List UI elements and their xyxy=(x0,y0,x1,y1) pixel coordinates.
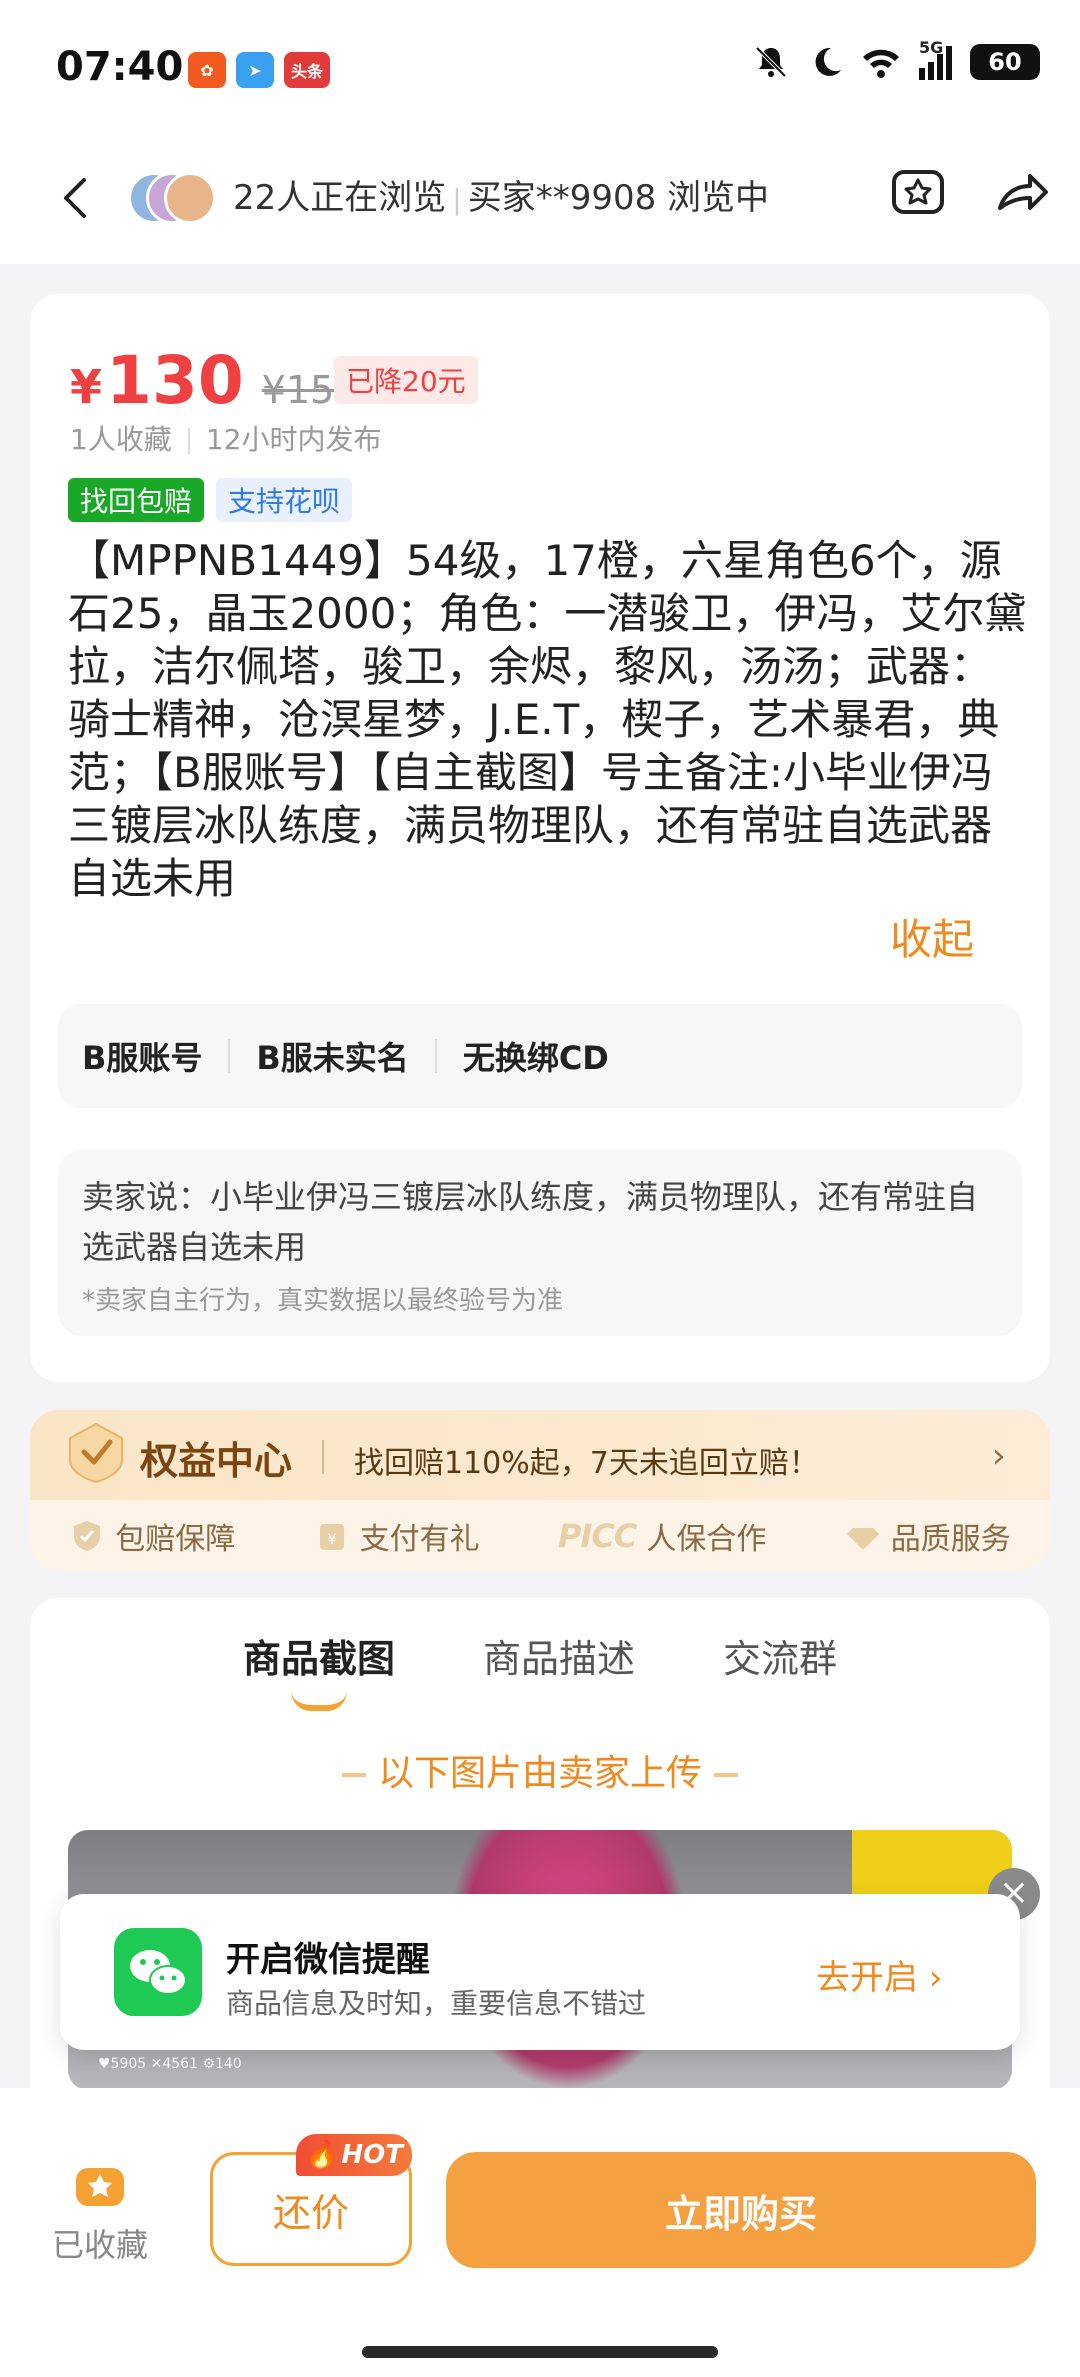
tab-description[interactable]: 商品描述 xyxy=(483,1628,635,1683)
app-icon-1: ✿ xyxy=(188,52,226,88)
tag-recovery-compensation: 找回包赔 xyxy=(68,478,205,522)
diamond-icon xyxy=(846,1528,879,1550)
battery-indicator: 60 xyxy=(970,44,1040,80)
rights-check-icon xyxy=(69,1422,123,1484)
favorited-star-icon xyxy=(76,2168,124,2206)
rights-item-label: 支付有礼 xyxy=(359,1522,480,1557)
favorite-star-icon[interactable] xyxy=(888,160,948,220)
bottom-action-bar: 已收藏 还价 🔥 HOT 立即购买 xyxy=(0,2088,1080,2377)
favorited-label: 已收藏 xyxy=(51,2226,148,2264)
status-bar: 07:40 ✿ ➤ 头条 5G 60 xyxy=(0,0,1080,140)
price-row: ¥ 130 ¥150 xyxy=(70,342,359,419)
dnd-moon-icon xyxy=(815,47,841,76)
publish-time: 12小时内发布 xyxy=(205,423,382,456)
favorited-button[interactable]: 已收藏 xyxy=(40,2158,160,2266)
rights-item-label: 品质服务 xyxy=(890,1522,1011,1557)
picc-logo: PICC xyxy=(558,1517,637,1555)
svg-text:¥: ¥ xyxy=(327,1532,336,1548)
account-props: B服账号 B服未实名 无换绑CD xyxy=(58,1004,1022,1108)
wechat-reminder-popup[interactable]: 开启微信提醒 商品信息及时知，重要信息不错过 去开启 › xyxy=(60,1894,1020,2050)
current-price: 130 xyxy=(106,342,244,419)
service-tags: 找回包赔 支持花呗 xyxy=(68,478,353,522)
prop-realname: B服未实名 xyxy=(256,1039,409,1077)
rights-promo: 找回赔110%起，7天未追回立赔！ xyxy=(354,1446,819,1481)
upload-note-text: 以下图片由卖家上传 xyxy=(377,1753,702,1794)
upload-note: 以下图片由卖家上传 xyxy=(30,1744,1050,1796)
chevron-right-icon: › xyxy=(928,1958,943,1998)
shield-icon xyxy=(74,1521,101,1551)
product-meta: 1人收藏 12小时内发布 xyxy=(70,418,381,458)
wechat-enable-button[interactable]: 去开启 › xyxy=(816,1950,942,1999)
currency-symbol: ¥ xyxy=(70,360,103,414)
seller-note: *卖家自主行为，真实数据以最终验号为准 xyxy=(82,1286,564,1316)
viewers-now: 22人正在浏览 xyxy=(233,178,447,218)
network-type: 5G xyxy=(919,38,944,57)
price-drop-badge: 已降20元 xyxy=(334,356,478,404)
wechat-popup-subtitle: 商品信息及时知，重要信息不错过 xyxy=(226,1987,647,2020)
app-icon-2: ➤ xyxy=(236,52,274,88)
detail-tabs: 商品截图 商品描述 交流群 xyxy=(30,1628,1050,1711)
prop-rebind: 无换绑CD xyxy=(462,1039,609,1077)
product-description: 【MPPNB1449】54级，17橙，六星角色6个，源石25，晶玉2000；角色… xyxy=(68,536,1027,903)
mute-bell-icon xyxy=(755,46,787,78)
share-icon[interactable] xyxy=(992,160,1052,220)
prop-server: B服账号 xyxy=(82,1039,203,1077)
tab-group[interactable]: 交流群 xyxy=(723,1628,837,1683)
wifi-icon xyxy=(863,49,899,78)
viewer-count: 22人正在浏览 | 买家**9908 浏览中 xyxy=(233,178,770,218)
viewer-avatars xyxy=(128,172,218,228)
chevron-right-icon: › xyxy=(992,1436,1006,1476)
app-icon-toutiao: 头条 xyxy=(284,52,330,88)
buyer-browsing: 买家**9908 浏览中 xyxy=(467,178,770,218)
system-indicators: 5G 60 xyxy=(753,38,1040,80)
rights-title: 权益中心 xyxy=(140,1439,293,1483)
rights-item-label: 人保合作 xyxy=(646,1522,767,1557)
avatar xyxy=(164,172,216,224)
rights-center-banner[interactable]: 权益中心 找回赔110%起，7天未追回立赔！ › 包赔保障 ¥ 支付有礼 PIC… xyxy=(30,1410,1050,1570)
notification-icons: ✿ ➤ 头条 xyxy=(188,52,330,88)
home-indicator[interactable] xyxy=(362,2346,718,2358)
rights-item-quality: 品质服务 xyxy=(845,1514,1011,1558)
screenshot-stats: ♥5905 ✕4561 ⚙140 xyxy=(98,2056,242,2072)
rights-item-label: 包赔保障 xyxy=(115,1522,236,1557)
flame-icon: 🔥 xyxy=(305,2140,338,2170)
tag-huabei: 支持花呗 xyxy=(216,478,353,522)
wechat-icon xyxy=(114,1928,202,2016)
wechat-enable-label: 去开启 xyxy=(816,1958,918,1998)
signal-icon: 5G xyxy=(919,38,952,80)
seller-remarks: 卖家说：小毕业伊冯三镀层冰队练度，满员物理队，还有常驻自选武器自选未用 *卖家自… xyxy=(58,1150,1022,1336)
favorite-count: 1人收藏 xyxy=(70,423,172,456)
rights-item-picc: PICC 人保合作 xyxy=(558,1514,766,1558)
gift-icon: ¥ xyxy=(319,1524,344,1550)
product-card: ¥ 130 ¥150 已降20元 1人收藏 12小时内发布 找回包赔 支持花呗 【… xyxy=(30,294,1050,1382)
collapse-button[interactable]: 收起 xyxy=(890,906,974,967)
status-time: 07:40 xyxy=(56,44,184,90)
rights-items: 包赔保障 ¥ 支付有礼 PICC 人保合作 品质服务 xyxy=(30,1506,1050,1566)
rights-item-guarantee: 包赔保障 xyxy=(69,1514,235,1558)
wechat-popup-title: 开启微信提醒 xyxy=(226,1940,430,1980)
rights-item-payment: ¥ 支付有礼 xyxy=(314,1514,480,1558)
hot-label: HOT xyxy=(341,2140,403,2170)
back-arrow-icon[interactable] xyxy=(56,168,96,228)
buy-now-button[interactable]: 立即购买 xyxy=(446,2152,1036,2268)
seller-says: 卖家说：小毕业伊冯三镀层冰队练度，满员物理队，还有常驻自选武器自选未用 xyxy=(82,1178,979,1266)
hot-badge: 🔥 HOT xyxy=(296,2134,412,2176)
top-nav: 22人正在浏览 | 买家**9908 浏览中 xyxy=(0,140,1080,264)
tab-screenshots[interactable]: 商品截图 xyxy=(243,1628,395,1711)
